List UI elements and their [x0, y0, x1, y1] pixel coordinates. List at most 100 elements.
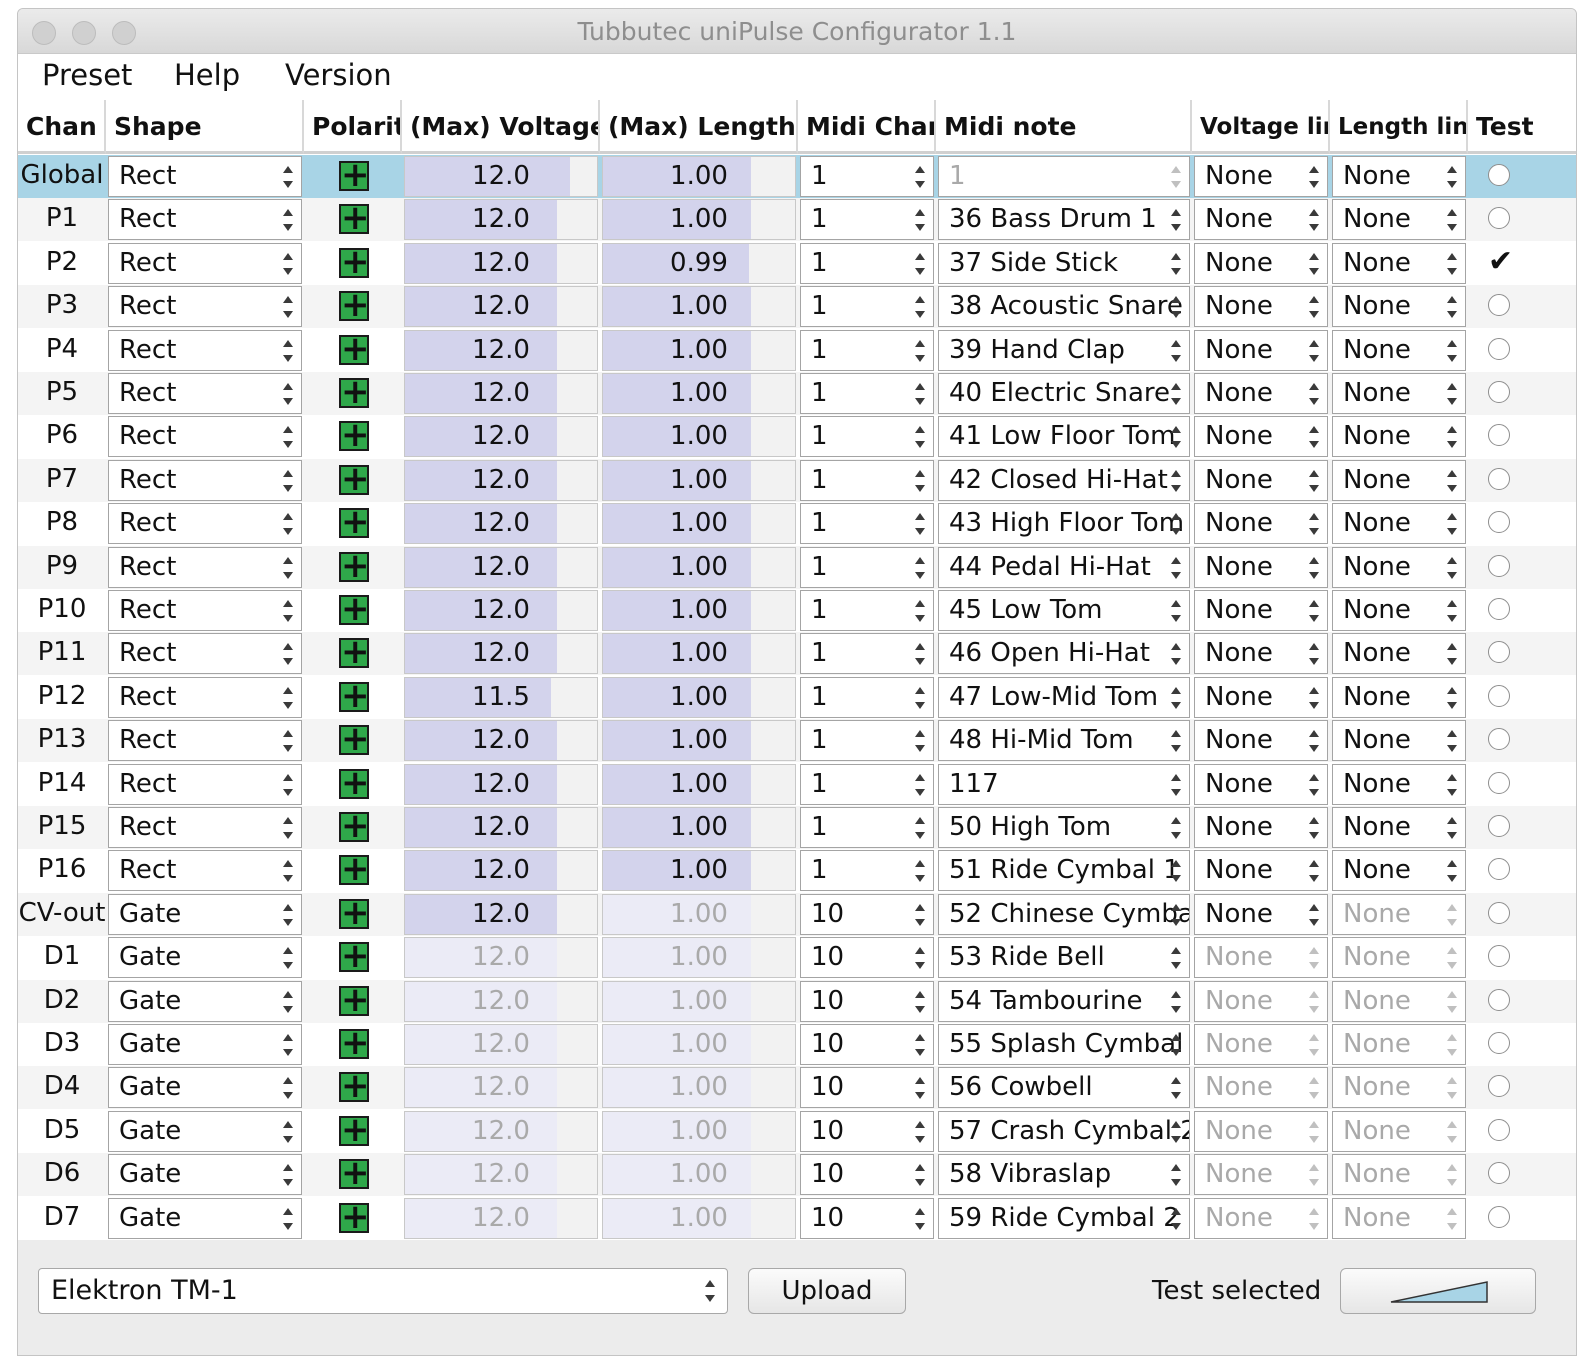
table-row[interactable]: D3 Gate +12.0 1.00 10 55 Splash Cymbal None Non…	[18, 1023, 1576, 1066]
length-slider[interactable]: 1.00	[602, 329, 796, 371]
test-radio[interactable]	[1488, 164, 1510, 186]
voltage-slider[interactable]: 12.0	[404, 546, 598, 588]
length-slider[interactable]: 1.00	[602, 546, 796, 588]
table-row[interactable]: P10 Rect +12.0 1.00 1 45 Low Tom None None	[18, 589, 1576, 632]
shape-select[interactable]: Gate	[108, 1024, 302, 1065]
shape-select[interactable]: Rect	[108, 459, 302, 501]
length-link-select[interactable]: None	[1332, 546, 1466, 588]
voltage-slider[interactable]: 11.5	[404, 676, 598, 718]
menu-version[interactable]: Version	[285, 58, 392, 92]
midi-chan-stepper[interactable]: 1	[800, 242, 934, 284]
length-slider[interactable]: 1.00	[602, 980, 796, 1022]
polarity-plus-button[interactable]: +	[339, 1026, 370, 1060]
voltage-slider[interactable]: 12.0	[404, 720, 598, 762]
midi-chan-stepper[interactable]: 10	[800, 1110, 934, 1152]
length-slider[interactable]: 1.00	[602, 590, 796, 631]
shape-select[interactable]: Rect	[108, 676, 302, 718]
table-row[interactable]: P11 Rect +12.0 1.00 1 46 Open Hi-Hat None None	[18, 632, 1576, 676]
midi-note-stepper[interactable]: 47 Low-Mid Tom	[938, 676, 1190, 718]
voltage-link-select[interactable]: None	[1194, 807, 1328, 848]
upload-button[interactable]: Upload	[748, 1268, 906, 1314]
length-link-select[interactable]: None	[1332, 329, 1466, 371]
length-link-select[interactable]: None	[1332, 893, 1466, 935]
length-slider[interactable]: 1.00	[602, 850, 796, 892]
shape-select[interactable]: Rect	[108, 720, 302, 762]
midi-note-stepper[interactable]: 45 Low Tom	[938, 590, 1190, 631]
voltage-slider[interactable]: 12.0	[404, 329, 598, 371]
voltage-slider[interactable]: 12.0	[404, 503, 598, 545]
shape-select[interactable]: Rect	[108, 763, 302, 805]
column-header-length-link[interactable]: Length link	[1330, 100, 1468, 154]
column-header-polarity[interactable]: Polarity	[304, 100, 402, 154]
midi-note-stepper[interactable]: 37 Side Stick	[938, 242, 1190, 284]
column-header-voltage-link[interactable]: Voltage link	[1192, 100, 1330, 154]
polarity-plus-button[interactable]: +	[339, 852, 370, 886]
column-header-midi-note[interactable]: Midi note	[936, 100, 1192, 154]
voltage-slider[interactable]: 12.0	[404, 633, 598, 675]
column-header-test[interactable]: Test	[1468, 100, 1576, 154]
voltage-slider[interactable]: 12.0	[404, 1067, 598, 1109]
voltage-link-select[interactable]: None	[1194, 286, 1328, 328]
test-radio[interactable]	[1488, 294, 1510, 317]
table-row[interactable]: P9 Rect +12.0 1.00 1 44 Pedal Hi-Hat None None	[18, 545, 1576, 589]
length-link-select[interactable]: None	[1332, 763, 1466, 805]
length-slider[interactable]: 1.00	[602, 373, 796, 414]
column-header-length[interactable]: (Max) Length	[600, 100, 798, 154]
table-row[interactable]: P13 Rect +12.0 1.00 1 48 Hi-Mid Tom None None	[18, 719, 1576, 763]
length-slider[interactable]: 1.00	[602, 763, 796, 805]
test-radio[interactable]	[1488, 771, 1510, 794]
table-row[interactable]: D7 Gate +12.0 1.00 10 59 Ride Cymbal 2 None Non…	[18, 1197, 1576, 1240]
length-link-select[interactable]: None	[1332, 676, 1466, 718]
voltage-link-select[interactable]: None	[1194, 242, 1328, 284]
test-radio[interactable]	[1488, 1032, 1510, 1054]
length-slider[interactable]: 1.00	[602, 156, 796, 197]
table-row[interactable]: Global Rect +12.0 1.00 1 1 None None	[18, 155, 1576, 198]
shape-select[interactable]: Rect	[108, 286, 302, 328]
polarity-plus-button[interactable]: +	[339, 462, 370, 496]
midi-chan-stepper[interactable]: 10	[800, 1024, 934, 1065]
midi-note-stepper[interactable]: 41 Low Floor Tom	[938, 416, 1190, 458]
length-link-select[interactable]: None	[1332, 1067, 1466, 1109]
table-row[interactable]: D4 Gate +12.0 1.00 10 56 Cowbell None None	[18, 1066, 1576, 1110]
midi-chan-stepper[interactable]: 1	[800, 633, 934, 675]
length-slider[interactable]: 1.00	[602, 1067, 796, 1109]
polarity-plus-button[interactable]: +	[339, 896, 370, 930]
voltage-link-select[interactable]: None	[1194, 590, 1328, 631]
length-link-select[interactable]: None	[1332, 937, 1466, 979]
voltage-link-select[interactable]: None	[1194, 980, 1328, 1022]
shape-select[interactable]: Gate	[108, 937, 302, 979]
shape-select[interactable]: Rect	[108, 199, 302, 241]
midi-chan-stepper[interactable]: 1	[800, 546, 934, 588]
midi-note-stepper[interactable]: 59 Ride Cymbal 2	[938, 1197, 1190, 1239]
table-row[interactable]: CV-out Gate +12.0 1.00 10 52 Chinese Cymbal No…	[18, 892, 1576, 936]
polarity-plus-button[interactable]: +	[339, 635, 370, 669]
midi-chan-stepper[interactable]: 1	[800, 720, 934, 762]
shape-select[interactable]: Rect	[108, 850, 302, 892]
table-row[interactable]: D2 Gate +12.0 1.00 10 54 Tambourine None None	[18, 979, 1576, 1023]
test-checkmark-icon[interactable]: ✔	[1488, 242, 1513, 282]
midi-note-stepper[interactable]: 51 Ride Cymbal 1	[938, 850, 1190, 892]
test-radio[interactable]	[1488, 467, 1510, 490]
polarity-plus-button[interactable]: +	[339, 245, 370, 279]
table-row[interactable]: P15 Rect +12.0 1.00 1 50 High Tom None None	[18, 806, 1576, 849]
length-link-select[interactable]: None	[1332, 980, 1466, 1022]
test-selected-button[interactable]	[1340, 1268, 1536, 1314]
polarity-plus-button[interactable]: +	[339, 418, 370, 452]
midi-note-stepper[interactable]: 56 Cowbell	[938, 1067, 1190, 1109]
shape-select[interactable]: Rect	[108, 546, 302, 588]
voltage-link-select[interactable]: None	[1194, 503, 1328, 545]
polarity-plus-button[interactable]: +	[339, 505, 370, 539]
length-slider[interactable]: 1.00	[602, 286, 796, 328]
length-slider[interactable]: 1.00	[602, 199, 796, 241]
midi-note-stepper[interactable]: 39 Hand Clap	[938, 329, 1190, 371]
voltage-slider[interactable]: 12.0	[404, 1110, 598, 1152]
polarity-plus-button[interactable]: +	[339, 158, 370, 192]
shape-select[interactable]: Gate	[108, 893, 302, 935]
length-link-select[interactable]: None	[1332, 156, 1466, 197]
midi-note-stepper[interactable]: 38 Acoustic Snare	[938, 286, 1190, 328]
voltage-link-select[interactable]: None	[1194, 850, 1328, 892]
length-slider[interactable]: 1.00	[602, 503, 796, 545]
test-radio[interactable]	[1488, 815, 1510, 837]
test-radio[interactable]	[1488, 684, 1510, 707]
shape-select[interactable]: Gate	[108, 1197, 302, 1239]
